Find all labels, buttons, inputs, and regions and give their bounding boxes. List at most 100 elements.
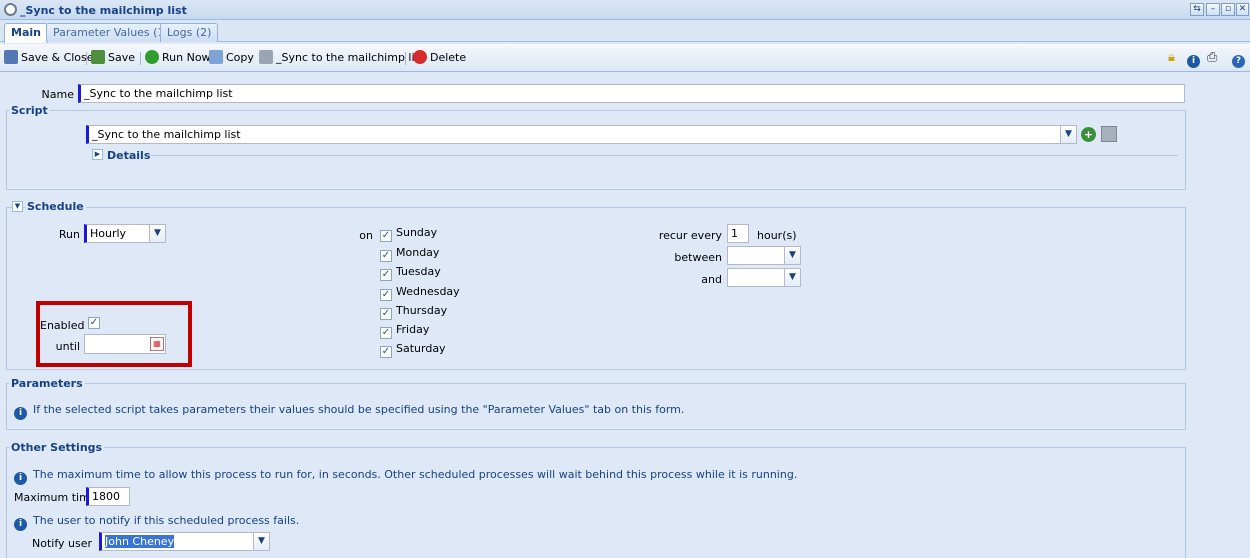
max-time-label: Maximum time [14,491,97,504]
info-icon: i [14,472,27,485]
day-sunday[interactable]: ✓ Sunday [380,226,437,242]
toolbar: Save & Close Save Run Now Copy _Sync to … [0,44,1250,72]
lock-icon[interactable]: 🔒︎ [1168,50,1175,66]
window-title: _Sync to the mailchimp list [20,4,187,17]
run-select-value: Hourly [90,227,127,240]
parameters-legend: Parameters [9,377,85,390]
delete-button[interactable]: Delete [413,50,466,66]
and-select[interactable]: ▼ [727,268,801,287]
edit-script-icon[interactable] [1101,126,1117,142]
copy-icon [209,50,223,64]
day-wednesday[interactable]: ✓ Wednesday [380,285,460,301]
day-label: Thursday [396,304,448,317]
copy-label: Copy [226,51,254,64]
name-field[interactable]: _Sync to the mailchimp list [78,84,1185,103]
toolbar-separator [405,52,406,65]
delete-icon [413,50,427,64]
recur-label: recur every [658,229,722,242]
checkbox-icon[interactable]: ✓ [380,230,392,242]
info-glyph: i [1187,55,1200,68]
script-select-value: _Sync to the mailchimp list [92,128,241,141]
chevron-down-icon[interactable]: ▼ [149,224,166,243]
maximize-icon[interactable]: ▫ [1221,3,1235,16]
tab-main[interactable]: Main [4,23,48,43]
notify-info: i The user to notify if this scheduled pr… [14,514,299,531]
recur-unit: hour(s) [757,229,797,242]
toolbar-separator [140,52,141,65]
day-label: Wednesday [396,285,460,298]
save-close-button[interactable]: Save & Close [4,50,94,66]
toolbar-separator [86,52,87,65]
recur-input[interactable]: 1 [727,224,749,243]
day-label: Saturday [396,342,446,355]
details-label[interactable]: Details [107,149,150,162]
checkbox-icon[interactable]: ✓ [380,289,392,301]
info-icon[interactable]: i [1187,50,1200,68]
day-label: Monday [396,246,440,259]
day-label: Tuesday [396,265,441,278]
notify-user-select[interactable]: John Cheney ▼ [99,532,270,551]
script-icon [259,50,273,64]
checkbox-icon[interactable]: ✓ [380,346,392,358]
notify-info-text: The user to notify if this scheduled pro… [33,514,300,527]
on-label: on [359,229,373,242]
add-icon[interactable]: + [1081,127,1096,142]
script-link-label: _Sync to the mailchimp list [276,51,425,64]
details-divider [148,155,1178,156]
tab-parameter-values[interactable]: Parameter Values (1) [46,23,176,42]
close-icon[interactable]: ✕ [1236,3,1249,16]
max-time-field[interactable]: 1800 [86,487,130,506]
window-title-bar: _Sync to the mailchimp list ⇆ – ▫ ✕ [0,0,1250,20]
checkbox-icon[interactable]: ✓ [380,308,392,320]
collapse-icon[interactable]: ▼ [12,201,23,212]
help-glyph: ? [1232,55,1245,68]
schedule-legend: Schedule [25,200,86,213]
info-icon: i [14,407,27,420]
day-tuesday[interactable]: ✓ Tuesday [380,265,441,281]
play-icon [145,50,159,64]
max-time-info-text: The maximum time to allow this process t… [33,468,798,481]
save-close-icon [4,50,18,64]
tab-logs[interactable]: Logs (2) [160,23,219,42]
notify-user-value: John Cheney [105,535,175,548]
day-monday[interactable]: ✓ Monday [380,246,439,262]
chevron-down-icon[interactable]: ▼ [784,246,801,265]
notify-user-label: Notify user [32,537,93,550]
save-label: Save [108,51,136,64]
save-button[interactable]: Save [91,50,135,66]
restore-icon[interactable]: ⇆ [1190,3,1204,16]
checkbox-icon[interactable]: ✓ [380,327,392,339]
checkbox-icon[interactable]: ✓ [380,269,392,281]
max-time-info: i The maximum time to allow this process … [14,468,797,485]
chevron-down-icon[interactable]: ▼ [253,532,270,551]
run-now-button[interactable]: Run Now [145,50,211,66]
expand-icon[interactable]: ▶ [92,149,103,160]
day-friday[interactable]: ✓ Friday [380,323,429,339]
help-icon[interactable]: ? [1232,50,1245,68]
day-thursday[interactable]: ✓ Thursday [380,304,447,320]
run-now-label: Run Now [162,51,211,64]
between-select[interactable]: ▼ [727,246,801,265]
parameters-info-text: If the selected script takes parameters … [33,403,685,416]
highlight-box [36,301,192,367]
save-close-label: Save & Close [21,51,94,64]
chevron-down-icon[interactable]: ▼ [1060,125,1077,144]
gear-icon [4,3,17,16]
script-link-button[interactable]: _Sync to the mailchimp list [259,50,425,66]
copy-button[interactable]: Copy [209,50,254,66]
parameters-info: i If the selected script takes parameters… [14,403,684,420]
between-label: between [674,251,722,264]
day-label: Sunday [396,226,438,239]
other-settings-legend: Other Settings [9,441,105,454]
script-fieldset [6,110,1186,190]
delete-label: Delete [430,51,467,64]
checkbox-icon[interactable]: ✓ [380,250,392,262]
script-select[interactable]: _Sync to the mailchimp list ▼ [86,125,1077,144]
tab-strip: Main Parameter Values (1) Logs (2) [0,20,1250,43]
day-saturday[interactable]: ✓ Saturday [380,342,446,358]
and-label: and [701,273,722,286]
minimize-icon[interactable]: – [1206,3,1220,16]
run-select[interactable]: Hourly ▼ [84,224,166,243]
chevron-down-icon[interactable]: ▼ [784,268,801,287]
print-icon[interactable]: ⎙ [1207,50,1217,66]
